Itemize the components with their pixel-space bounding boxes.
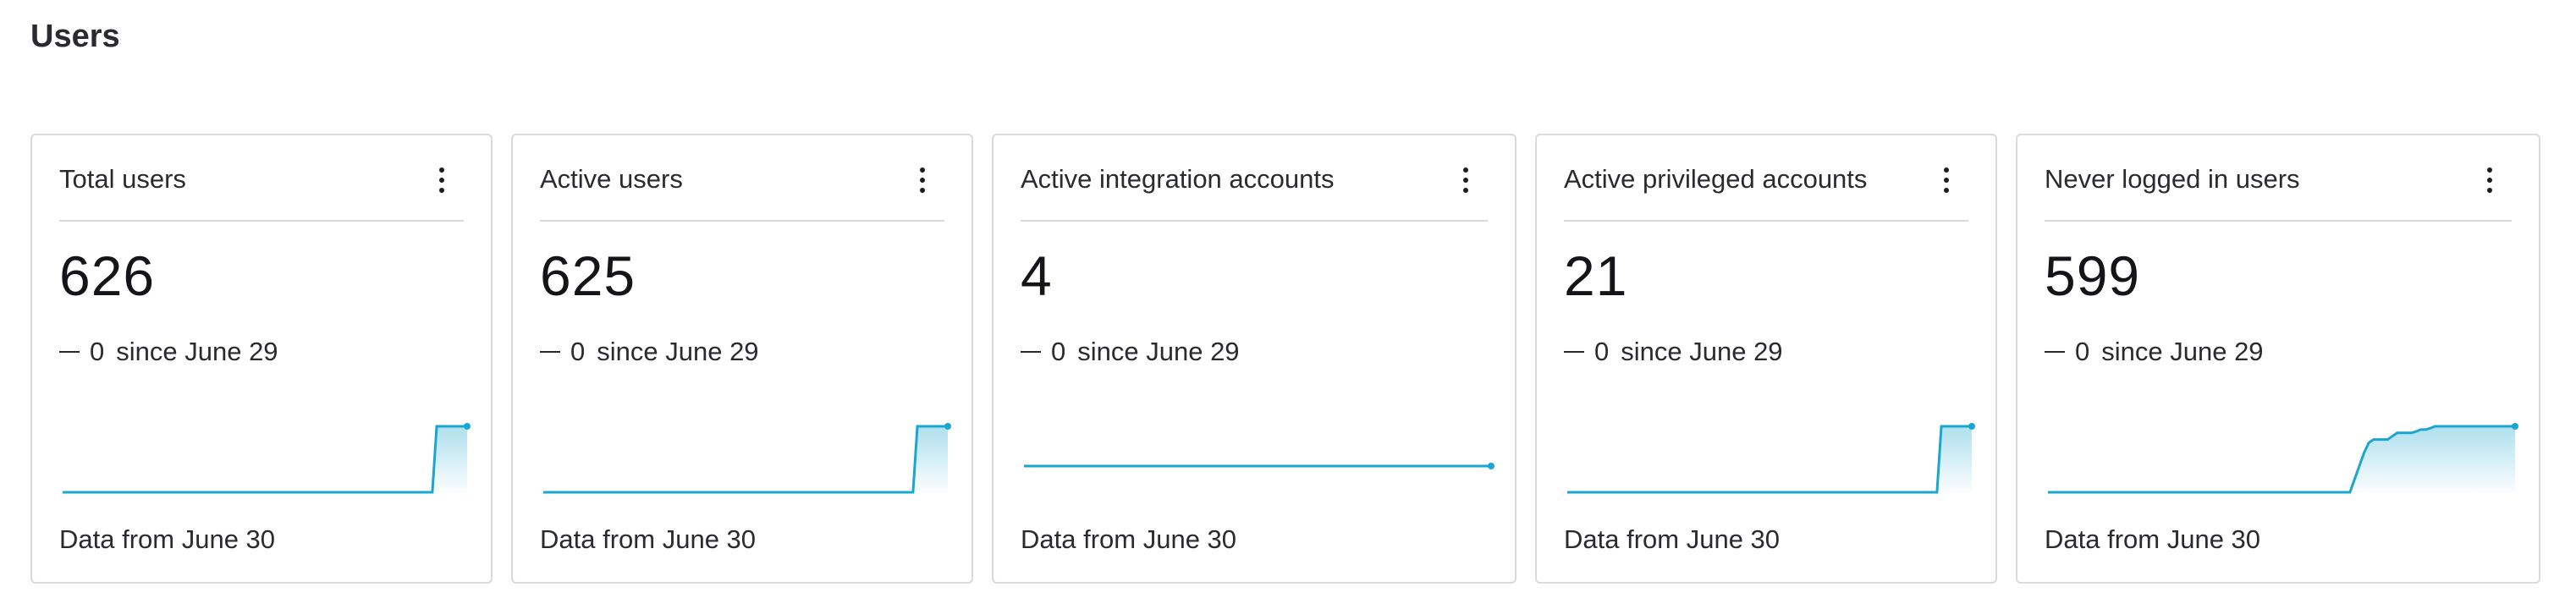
card-active-privileged-accounts: Active privileged accounts 21 0 since Jun… [1535, 134, 1997, 584]
delta: 0 since June 29 [540, 337, 759, 367]
sparkline-line [1567, 425, 1972, 494]
card-title: Active users [540, 164, 683, 194]
sparkline-endpoint [2512, 423, 2518, 430]
dash-icon [540, 350, 560, 353]
card-header: Active integration accounts [1021, 135, 1488, 222]
delta: 0 since June 29 [2045, 337, 2264, 367]
delta-value: 0 [2075, 337, 2090, 366]
sparkline-endpoint [1968, 423, 1975, 430]
card-title: Never logged in users [2045, 164, 2300, 194]
delta-value: 0 [570, 337, 586, 366]
delta-value: 0 [90, 337, 105, 366]
card-header: Active privileged accounts [1564, 135, 1968, 222]
footer-text: Data from June 30 [540, 524, 757, 554]
metric-value: 599 [2045, 244, 2141, 307]
kebab-icon[interactable] [1461, 167, 1471, 193]
kebab-icon[interactable] [917, 167, 927, 193]
footer-text: Data from June 30 [1021, 524, 1237, 554]
footer-text: Data from June 30 [1564, 524, 1781, 554]
card-header: Active users [540, 135, 944, 222]
delta: 0 since June 29 [1564, 337, 1783, 367]
sparkline-chart [1567, 423, 1975, 494]
metric-value: 626 [59, 244, 156, 307]
delta-value: 0 [1594, 337, 1610, 366]
delta-text: since June 29 [1621, 337, 1783, 366]
footer-text: Data from June 30 [2045, 524, 2261, 554]
card-never-logged-in-users: Never logged in users 599 0 since June 29… [2016, 134, 2540, 584]
delta-text: since June 29 [2101, 337, 2264, 366]
dash-icon [59, 350, 80, 353]
card-total-users: Total users 626 0 since June 29 Data from… [30, 134, 493, 584]
delta-text: since June 29 [1077, 337, 1240, 366]
sparkline-area [1567, 426, 1972, 492]
sparkline-area [63, 426, 467, 492]
footer-text: Data from June 30 [59, 524, 276, 554]
delta: 0 since June 29 [59, 337, 278, 367]
card-title: Total users [59, 164, 186, 194]
metric-value: 4 [1021, 244, 1053, 307]
sparkline-endpoint [944, 423, 951, 430]
kebab-icon[interactable] [2485, 167, 2495, 193]
card-title: Active privileged accounts [1564, 164, 1868, 194]
card-title: Active integration accounts [1021, 164, 1335, 194]
dash-icon [1564, 350, 1584, 353]
card-active-integration-accounts: Active integration accounts 4 0 since Jun… [992, 134, 1516, 584]
delta-text: since June 29 [116, 337, 278, 366]
sparkline-chart [543, 423, 951, 494]
delta-value: 0 [1051, 337, 1066, 366]
dash-icon [2045, 350, 2065, 353]
sparkline-chart [63, 423, 471, 494]
sparkline-line [543, 425, 948, 494]
sparkline-area [2048, 426, 2515, 492]
sparkline-endpoint [1488, 463, 1494, 469]
dash-icon [1021, 350, 1041, 353]
delta: 0 since June 29 [1021, 337, 1240, 367]
sparkline-chart [1024, 463, 1494, 469]
card-header: Never logged in users [2045, 135, 2512, 222]
sparkline-line [63, 425, 467, 494]
metric-value: 625 [540, 244, 636, 307]
sparkline-area [543, 426, 948, 492]
kebab-icon[interactable] [437, 167, 447, 193]
metric-cards: Total users 626 0 since June 29 Data from… [0, 0, 2576, 609]
sparkline-chart [2048, 423, 2518, 494]
delta-text: since June 29 [597, 337, 759, 366]
kebab-icon[interactable] [1941, 167, 1951, 193]
metric-value: 21 [1564, 244, 1628, 307]
sparkline-endpoint [464, 423, 471, 430]
card-header: Total users [59, 135, 464, 222]
card-active-users: Active users 625 0 since June 29 Data fro… [511, 134, 973, 584]
